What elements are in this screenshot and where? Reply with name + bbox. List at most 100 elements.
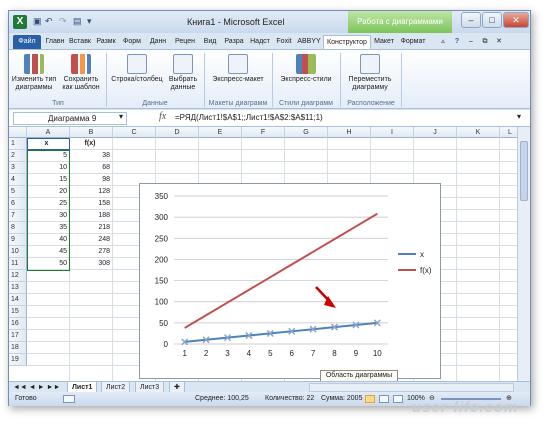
column-header-j[interactable]: J bbox=[414, 127, 457, 138]
tab-design[interactable]: Конструктор bbox=[323, 35, 371, 49]
column-header-e[interactable]: E bbox=[199, 127, 242, 138]
tab-foxit[interactable]: Foxit bbox=[273, 35, 295, 49]
insert-function-icon[interactable]: fx bbox=[159, 111, 166, 122]
row-header-18[interactable]: 18 bbox=[9, 342, 27, 354]
quick-layout-button[interactable]: Экспресс-макет bbox=[207, 54, 269, 84]
column-header-l[interactable]: L bbox=[500, 127, 517, 138]
tab-format[interactable]: Формат bbox=[397, 35, 429, 49]
save-as-template-button[interactable]: Сохранить как шаблон bbox=[59, 54, 103, 92]
switch-row-column-button[interactable]: Строка/столбец bbox=[109, 54, 165, 84]
tab-addins[interactable]: Надст bbox=[247, 35, 273, 49]
y-tick-label: 150 bbox=[155, 277, 169, 286]
series-line-x bbox=[184, 321, 378, 343]
row-header-19[interactable]: 19 bbox=[9, 354, 27, 366]
doc-restore-icon[interactable]: ⧉ bbox=[479, 35, 491, 49]
customize-qat-icon[interactable]: ▾ bbox=[87, 16, 92, 27]
expand-formula-bar-icon[interactable]: ▾ bbox=[517, 112, 521, 121]
tab-insert[interactable]: Вставк bbox=[67, 35, 93, 49]
header-cell-fx[interactable]: f(x) bbox=[70, 138, 113, 150]
cell-fx[interactable]: 308 bbox=[70, 258, 113, 270]
page-break-view-icon[interactable] bbox=[393, 395, 403, 403]
row-header-11[interactable]: 11 bbox=[9, 258, 27, 270]
normal-view-icon[interactable] bbox=[365, 395, 375, 403]
minimize-button[interactable]: – bbox=[461, 12, 481, 28]
quick-styles-button[interactable]: Экспресс-стили bbox=[275, 54, 337, 84]
tab-page-layout[interactable]: Размк bbox=[93, 35, 119, 49]
column-header-f[interactable]: F bbox=[242, 127, 285, 138]
tab-data[interactable]: Данн bbox=[145, 35, 171, 49]
move-chart-button[interactable]: Переместить диаграмму bbox=[343, 54, 397, 92]
select-data-icon bbox=[173, 54, 193, 74]
row-header-2[interactable]: 2 bbox=[9, 150, 27, 162]
cell-fx[interactable]: 278 bbox=[70, 246, 113, 258]
tab-formulas[interactable]: Форм bbox=[119, 35, 145, 49]
redo-icon[interactable]: ↷ bbox=[59, 16, 67, 27]
ribbon: Изменить тип диаграммы Сохранить как шаб… bbox=[9, 49, 530, 109]
cell-fx[interactable]: 98 bbox=[70, 174, 113, 186]
watermark: user-life.com bbox=[412, 399, 519, 416]
column-header-h[interactable]: H bbox=[328, 127, 371, 138]
series-line-fx bbox=[184, 212, 378, 329]
cell-fx[interactable]: 218 bbox=[70, 222, 113, 234]
name-box-dropdown-icon[interactable]: ▾ bbox=[119, 112, 123, 121]
vertical-scrollbar[interactable] bbox=[517, 127, 530, 381]
cell-fx[interactable]: 158 bbox=[70, 198, 113, 210]
row-header-3[interactable]: 3 bbox=[9, 162, 27, 174]
maximize-button[interactable]: □ bbox=[482, 12, 502, 28]
row-header-8[interactable]: 8 bbox=[9, 222, 27, 234]
scroll-thumb[interactable] bbox=[520, 141, 528, 201]
tab-abbyy[interactable]: ABBYY bbox=[295, 35, 323, 49]
tab-file[interactable]: Файл bbox=[13, 35, 41, 49]
column-header-a[interactable]: A bbox=[27, 127, 70, 138]
close-button[interactable]: ✕ bbox=[503, 12, 529, 28]
select-data-button[interactable]: Выбрать данные bbox=[165, 54, 201, 92]
cell-fx[interactable]: 38 bbox=[70, 150, 113, 162]
row-header-14[interactable]: 14 bbox=[9, 294, 27, 306]
row-header-16[interactable]: 16 bbox=[9, 318, 27, 330]
change-chart-type-button[interactable]: Изменить тип диаграммы bbox=[11, 54, 57, 92]
column-header-d[interactable]: D bbox=[156, 127, 199, 138]
row-header-5[interactable]: 5 bbox=[9, 186, 27, 198]
formula-input[interactable]: =РЯД(Лист1!$A$1;;Лист1!$A$2:$A$11;1) bbox=[175, 113, 323, 122]
page-layout-view-icon[interactable] bbox=[379, 395, 389, 403]
row-header-4[interactable]: 4 bbox=[9, 174, 27, 186]
chart-area[interactable]: 0 50 100 150 200 250 300 350 1 2 3 4 5 6 7 8 9 10 x f(x) bbox=[139, 183, 441, 379]
row-header-9[interactable]: 9 bbox=[9, 234, 27, 246]
doc-minimize-icon[interactable]: – bbox=[465, 35, 477, 49]
select-all-corner[interactable] bbox=[9, 127, 27, 138]
cell-fx[interactable]: 188 bbox=[70, 210, 113, 222]
macro-record-icon[interactable] bbox=[63, 395, 75, 403]
column-header-b[interactable]: B bbox=[70, 127, 113, 138]
help-icon[interactable]: ? bbox=[451, 35, 463, 49]
save-icon[interactable]: ▣ bbox=[33, 16, 42, 27]
column-header-k[interactable]: K bbox=[457, 127, 500, 138]
doc-close-icon[interactable]: ✕ bbox=[493, 35, 505, 49]
horizontal-scrollbar[interactable] bbox=[309, 383, 514, 392]
x-tick-label: 1 bbox=[182, 349, 187, 358]
row-header-6[interactable]: 6 bbox=[9, 198, 27, 210]
name-box[interactable]: Диаграмма 9 bbox=[13, 112, 127, 125]
tab-layout[interactable]: Макет bbox=[371, 35, 397, 49]
row-header-1[interactable]: 1 bbox=[9, 138, 27, 150]
row-header-10[interactable]: 10 bbox=[9, 246, 27, 258]
column-header-c[interactable]: C bbox=[113, 127, 156, 138]
tab-view[interactable]: Вид bbox=[199, 35, 221, 49]
row-header-13[interactable]: 13 bbox=[9, 282, 27, 294]
column-header-i[interactable]: I bbox=[371, 127, 414, 138]
quick-print-icon[interactable]: ▤ bbox=[73, 16, 82, 27]
column-header-g[interactable]: G bbox=[285, 127, 328, 138]
ribbon-collapse-icon[interactable]: ▵ bbox=[437, 35, 449, 49]
row-header-7[interactable]: 7 bbox=[9, 210, 27, 222]
tab-developer[interactable]: Разра bbox=[221, 35, 247, 49]
row-header-17[interactable]: 17 bbox=[9, 330, 27, 342]
title-bar: X ▣ ↶ ↷ ▤ ▾ Книга1 - Microsoft Excel Раб… bbox=[9, 11, 530, 33]
tab-review[interactable]: Рецен bbox=[171, 35, 199, 49]
row-header-12[interactable]: 12 bbox=[9, 270, 27, 282]
cell-fx[interactable]: 68 bbox=[70, 162, 113, 174]
cell-fx[interactable]: 248 bbox=[70, 234, 113, 246]
tab-home[interactable]: Главн bbox=[43, 35, 67, 49]
cell-fx[interactable]: 128 bbox=[70, 186, 113, 198]
chart-svg: 0 50 100 150 200 250 300 350 1 2 3 4 5 6 7 8 9 10 x f(x) bbox=[155, 192, 432, 358]
undo-icon[interactable]: ↶ bbox=[45, 16, 53, 27]
row-header-15[interactable]: 15 bbox=[9, 306, 27, 318]
